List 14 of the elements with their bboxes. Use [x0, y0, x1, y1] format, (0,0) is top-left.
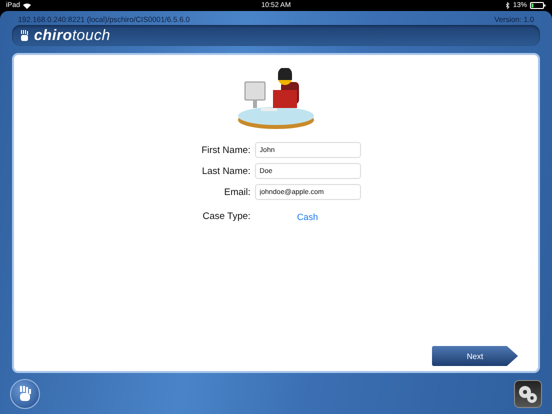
bluetooth-icon: [506, 2, 510, 9]
field-label: Last Name:: [201, 166, 251, 176]
wifi-icon: [23, 2, 32, 8]
field-label: Email:: [223, 186, 251, 198]
settings-button[interactable]: [514, 380, 542, 408]
next-button[interactable]: Next: [432, 346, 518, 366]
field-label: Case Type:: [202, 211, 251, 222]
hand-logo-icon: [20, 30, 30, 42]
hand-logo-button[interactable]: [10, 378, 40, 408]
field-label: First Name:: [201, 144, 251, 156]
case-type-link[interactable]: Cash: [254, 212, 361, 222]
hand-icon: [18, 386, 32, 402]
chirotouch-logo: chirotouch: [34, 27, 110, 44]
battery-icon: [530, 2, 546, 9]
